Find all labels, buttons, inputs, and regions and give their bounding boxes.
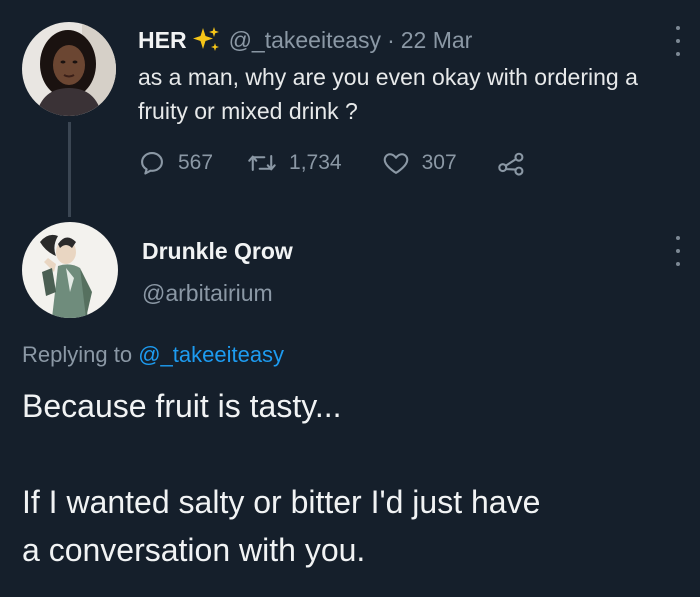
more-options-button[interactable] [672,26,684,56]
display-name[interactable]: HER [138,24,187,56]
separator-dot: · [387,27,395,53]
reply-text-line: Because fruit is tasty... [22,388,342,424]
thread-connector-line [68,122,71,217]
sparkles-icon [192,27,219,51]
more-dot [676,249,680,253]
replying-to: Replying to @_takeeiteasy [22,340,284,370]
more-options-button[interactable] [672,236,684,266]
share-icon [497,152,524,176]
reply-user-handle[interactable]: @arbitairium [142,278,273,308]
reply-display-name[interactable]: Drunkle Qrow [142,236,293,266]
avatar-her[interactable] [22,22,116,116]
reply-button[interactable]: 567 [138,149,213,177]
more-dot [676,26,680,30]
avatar-drunkle-qrow[interactable] [22,222,118,318]
retweet-button[interactable]: 1,734 [247,149,342,177]
retweet-count: 1,734 [289,151,342,174]
tweet-date[interactable]: 22 Mar [401,24,473,56]
share-button[interactable] [497,149,527,177]
reply-count: 567 [178,151,214,174]
tweet-header: HER @_takeeiteasy · 22 Mar [138,24,472,56]
tweet-text: as a man, why are you even okay with ord… [138,64,638,124]
heart-icon [383,153,408,174]
replying-to-mention[interactable]: @_takeeiteasy [138,342,284,367]
more-dot [676,39,680,43]
reply-paragraph-gap [22,430,692,478]
more-dot [676,52,680,56]
profile-photo-icon [22,22,116,116]
replying-to-label: Replying to [22,342,133,367]
like-count: 307 [421,151,457,174]
like-button[interactable]: 307 [382,149,457,177]
profile-photo-icon [22,222,118,318]
reply-text-line: If I wanted salty or bitter I'd just hav… [22,484,541,520]
tweet-actions: 567 1,734 307 [138,146,527,180]
more-dot [676,236,680,240]
reply-text: Because fruit is tasty... If I wanted sa… [22,382,692,574]
reply-text-line: a conversation with you. [22,532,366,568]
user-handle[interactable]: @_takeeiteasy [229,24,382,56]
more-dot [676,262,680,266]
reply-icon [141,152,163,175]
retweet-icon [248,155,276,171]
